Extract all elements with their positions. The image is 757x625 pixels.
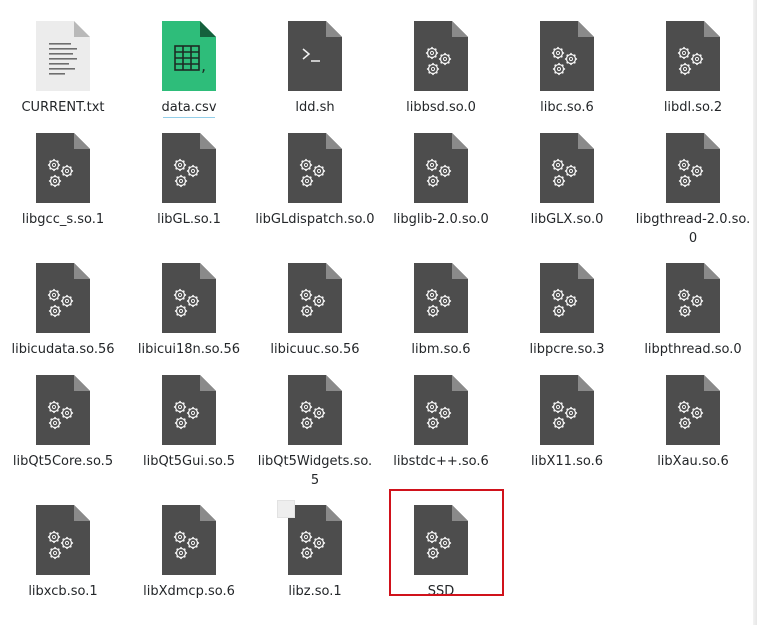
library-gears-icon	[34, 261, 92, 335]
library-gears-icon	[160, 131, 218, 205]
file-name-label: libpthread.so.0	[644, 342, 742, 357]
library-gears-icon	[286, 131, 344, 205]
file-item[interactable]: libglib-2.0.so.0	[378, 131, 504, 229]
spreadsheet-icon: ,	[160, 19, 218, 93]
library-gears-icon	[286, 373, 344, 447]
library-gears-icon	[412, 131, 470, 205]
library-gears-icon	[664, 373, 722, 447]
file-name-label: libQt5Widgets.so.5	[257, 454, 373, 488]
library-gears-icon	[538, 261, 596, 335]
file-item[interactable]: libstdc++.so.6	[378, 373, 504, 471]
library-gears-icon	[538, 19, 596, 93]
file-item[interactable]: libgthread-2.0.so.0	[630, 131, 756, 248]
file-name-label: libGLdispatch.so.0	[255, 212, 375, 227]
file-item[interactable]: libgcc_s.so.1	[0, 131, 126, 229]
file-name-label: libgthread-2.0.so.0	[635, 212, 751, 246]
file-item[interactable]: libGLX.so.0	[504, 131, 630, 229]
file-name-label: libc.so.6	[540, 100, 594, 115]
file-name-label: libstdc++.so.6	[393, 454, 489, 469]
file-item[interactable]: libQt5Core.so.5	[0, 373, 126, 471]
file-name-label: libbsd.so.0	[406, 100, 476, 115]
file-item[interactable]: libGLdispatch.so.0	[252, 131, 378, 229]
file-name-label: libQt5Core.so.5	[12, 454, 114, 469]
scrollbar[interactable]	[753, 0, 757, 625]
file-name-label: libxcb.so.1	[28, 584, 98, 599]
script-icon	[286, 19, 344, 93]
file-name-label: libQt5Gui.so.5	[142, 454, 236, 469]
file-item[interactable]: libm.so.6	[378, 261, 504, 359]
focus-underline	[163, 117, 215, 118]
file-name-label: libm.so.6	[411, 342, 471, 357]
library-gears-icon	[34, 131, 92, 205]
library-gears-icon	[538, 131, 596, 205]
library-gears-icon	[664, 19, 722, 93]
file-name-label: libGL.so.1	[157, 212, 221, 227]
file-item[interactable]: CURRENT.txt	[0, 19, 126, 117]
file-name-label: libpcre.so.3	[529, 342, 605, 357]
file-name-label: CURRENT.txt	[21, 100, 105, 115]
file-item[interactable]: libc.so.6	[504, 19, 630, 117]
library-gears-icon	[34, 503, 92, 577]
file-item[interactable]: libxcb.so.1	[0, 503, 126, 601]
library-gears-icon	[160, 503, 218, 577]
file-item[interactable]: libXau.so.6	[630, 373, 756, 471]
file-name-label: libX11.so.6	[531, 454, 603, 469]
file-icon-grid: CURRENT.txt, data.csv ldd.sh libbsd.so.0 lib…	[0, 0, 757, 625]
highlight-box	[389, 489, 504, 596]
file-name-label: libicudata.so.56	[11, 342, 115, 357]
file-name-label: libgcc_s.so.1	[21, 212, 105, 227]
library-gears-icon	[412, 261, 470, 335]
library-gears-icon	[286, 261, 344, 335]
file-item[interactable]: libbsd.so.0	[378, 19, 504, 117]
file-name-label: libz.so.1	[288, 584, 342, 599]
file-item[interactable]: libXdmcp.so.6	[126, 503, 252, 601]
file-item[interactable]: ldd.sh	[252, 19, 378, 117]
svg-text:,: ,	[201, 56, 206, 75]
file-name-label: data.csv	[161, 100, 217, 115]
drag-ghost-icon	[277, 500, 295, 518]
file-item[interactable]: libicuuc.so.56	[252, 261, 378, 359]
file-item[interactable]: libpcre.so.3	[504, 261, 630, 359]
file-item[interactable]: libdl.so.2	[630, 19, 756, 117]
text-file-icon	[34, 19, 92, 93]
library-gears-icon	[664, 131, 722, 205]
library-gears-icon	[664, 261, 722, 335]
file-name-label: libGLX.so.0	[530, 212, 604, 227]
library-gears-icon	[160, 261, 218, 335]
file-item[interactable]: libQt5Widgets.so.5	[252, 373, 378, 490]
library-gears-icon	[160, 373, 218, 447]
library-gears-icon	[34, 373, 92, 447]
file-name-label: libicuuc.so.56	[270, 342, 360, 357]
library-gears-icon	[412, 19, 470, 93]
file-name-label: libglib-2.0.so.0	[393, 212, 489, 227]
file-item[interactable]: libX11.so.6	[504, 373, 630, 471]
file-name-label: ldd.sh	[295, 100, 335, 115]
file-item[interactable]: libz.so.1	[252, 503, 378, 601]
file-item[interactable]: libQt5Gui.so.5	[126, 373, 252, 471]
library-gears-icon	[538, 373, 596, 447]
file-name-label: libXau.so.6	[657, 454, 729, 469]
library-gears-icon	[412, 373, 470, 447]
file-item[interactable]: , data.csv	[126, 19, 252, 118]
file-item[interactable]: libicudata.so.56	[0, 261, 126, 359]
file-item[interactable]: libGL.so.1	[126, 131, 252, 229]
file-name-label: libXdmcp.so.6	[143, 584, 235, 599]
file-name-label: libdl.so.2	[663, 100, 723, 115]
file-item[interactable]: libpthread.so.0	[630, 261, 756, 359]
file-item[interactable]: libicui18n.so.56	[126, 261, 252, 359]
file-name-label: libicui18n.so.56	[137, 342, 241, 357]
